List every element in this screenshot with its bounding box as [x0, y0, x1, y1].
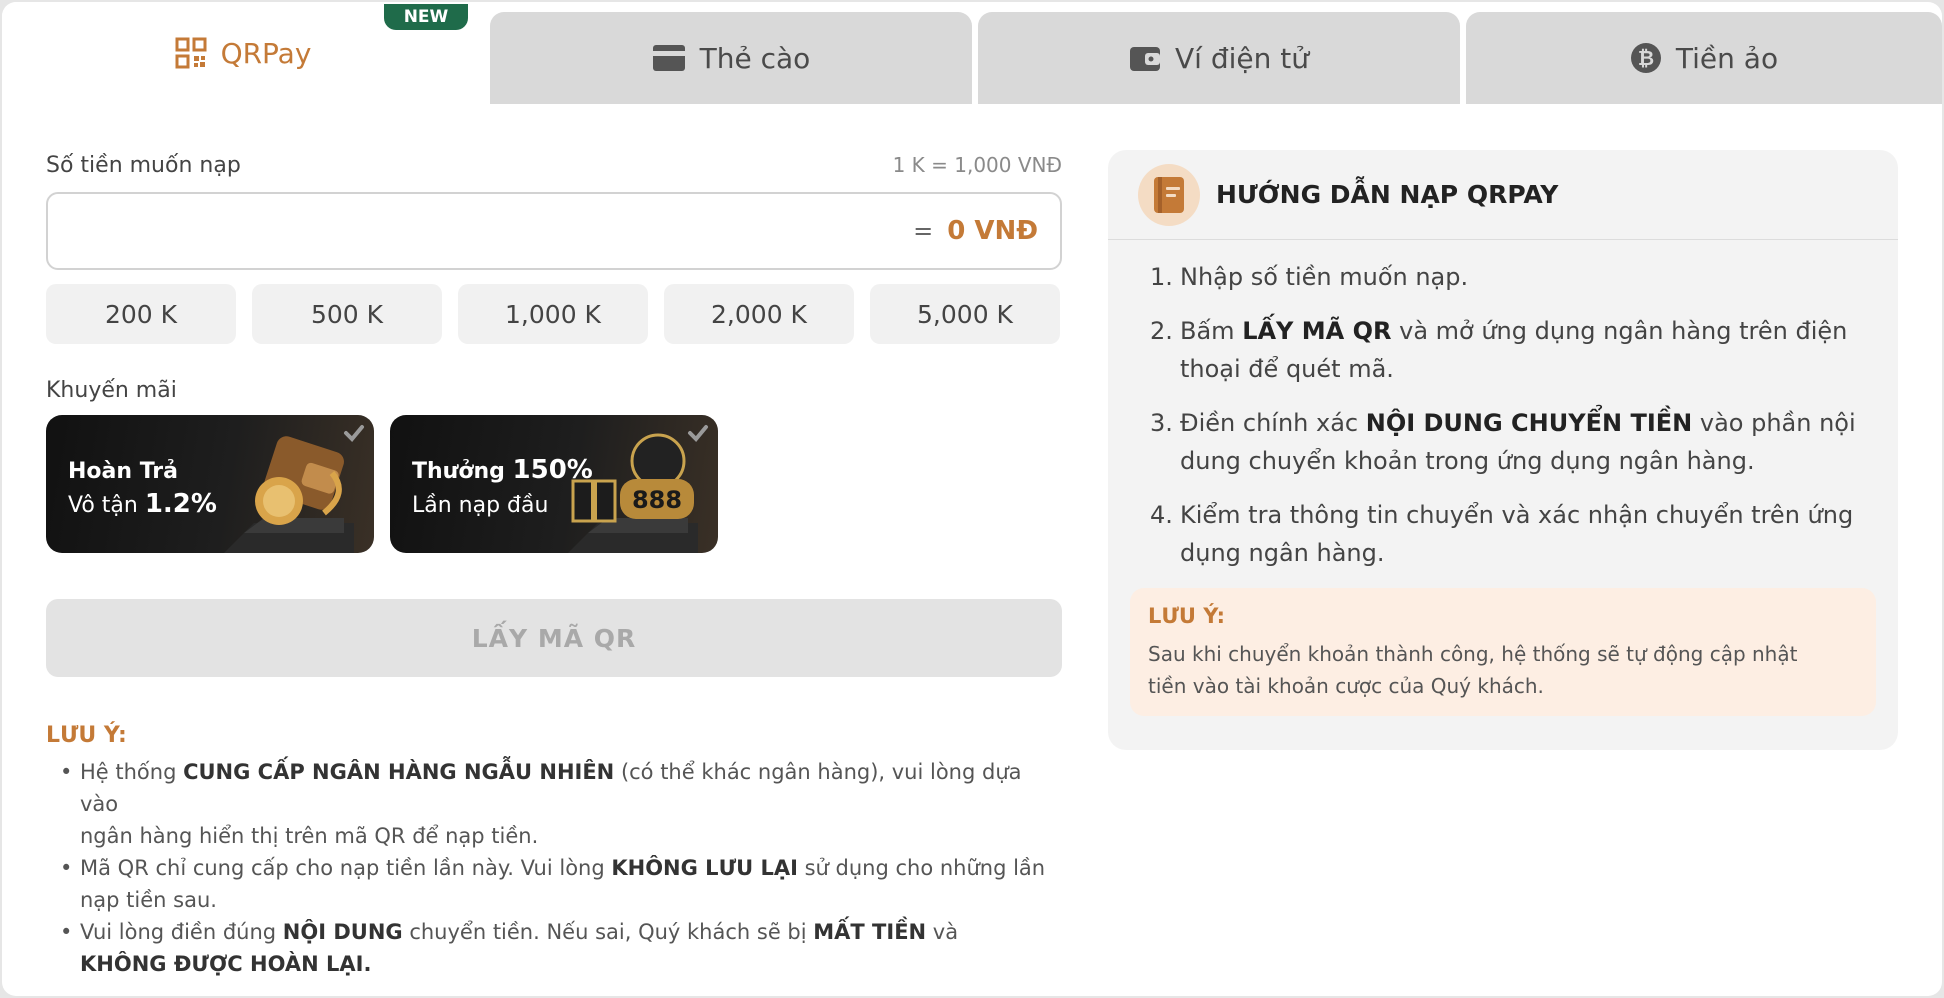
- warning-text: Sau khi chuyển khoản thành công, hệ thốn…: [1148, 642, 1798, 698]
- quick-amount-button[interactable]: 2,000 K: [664, 284, 854, 344]
- note-item: Mã QR chỉ cung cấp cho nạp tiền lần này.…: [46, 852, 1062, 916]
- tab-e-wallet[interactable]: Ví điện tử: [978, 12, 1460, 104]
- promo-card-cashback[interactable]: Hoàn Trả Vô tận 1.2%: [46, 415, 374, 553]
- equals-sign: =: [913, 217, 934, 245]
- tab-label: Thẻ cào: [699, 41, 811, 75]
- qrpay-guide: HƯỚNG DẪN NẠP QRPAY 1. Nhập số tiền muốn…: [1108, 150, 1898, 750]
- quick-amount-button[interactable]: 200 K: [46, 284, 236, 344]
- exchange-rate: 1 K = 1,000 VNĐ: [892, 153, 1062, 177]
- new-badge: NEW: [384, 4, 468, 30]
- guide-step: 1. Nhập số tiền muốn nạp.: [1150, 263, 1469, 291]
- guide-steps: 1. Nhập số tiền muốn nạp. 2. Bấm LẤY MÃ …: [1108, 240, 1898, 572]
- promo-line2: Lần nạp đầu: [412, 493, 549, 518]
- promo-line1: Thưởng 150%: [412, 455, 593, 485]
- qr-code-icon: [175, 37, 207, 69]
- note-list: Hệ thống CUNG CẤP NGÂN HÀNG NGẪU NHIÊN (…: [46, 756, 1062, 980]
- quick-amount-button[interactable]: 5,000 K: [870, 284, 1060, 344]
- book-icon: [1138, 163, 1200, 226]
- get-qr-button[interactable]: LẤY MÃ QR: [46, 599, 1062, 677]
- quick-amount-button[interactable]: 500 K: [252, 284, 442, 344]
- note-item: Vui lòng điền đúng NỘI DUNG chuyển tiền.…: [46, 916, 1062, 980]
- guide-warning: LƯU Ý: Sau khi chuyển khoản thành công, …: [1130, 588, 1876, 716]
- guide-step: 3. Điền chính xác NỘI DUNG CHUYỂN TIỀN v…: [1150, 409, 1856, 475]
- svg-text:₿: ₿: [1638, 46, 1654, 70]
- checkmark-icon: [344, 425, 364, 442]
- payment-tabs: QRPay NEW Thẻ cào Ví điện tử ₿ Tiền ảo: [2, 2, 1942, 104]
- guide-step: 4. Kiểm tra thông tin chuyển và xác nhận…: [1150, 501, 1854, 567]
- tab-label: Ví điện tử: [1175, 41, 1309, 75]
- note-title: LƯU Ý:: [46, 723, 127, 748]
- bitcoin-icon: ₿: [1630, 42, 1662, 74]
- quick-amount-button[interactable]: 1,000 K: [458, 284, 648, 344]
- guide-step: 2. Bấm LẤY MÃ QR và mở ứng dụng ngân hàn…: [1150, 317, 1848, 383]
- converted-amount: 0 VNĐ: [947, 216, 1038, 246]
- svg-text:888: 888: [632, 486, 682, 514]
- amount-label: Số tiền muốn nạp: [46, 152, 241, 178]
- promo-line2: Vô tận 1.2%: [68, 489, 217, 519]
- quick-amounts: 200 K 500 K 1,000 K 2,000 K 5,000 K: [46, 284, 1062, 344]
- checkmark-icon: [688, 425, 708, 442]
- promo-card-first-deposit[interactable]: 888 Thưởng 150% Lần nạp đầu: [390, 415, 718, 553]
- warning-title: LƯU Ý:: [1148, 604, 1226, 628]
- guide-title: HƯỚNG DẪN NẠP QRPAY: [1216, 180, 1559, 209]
- tab-label: Tiền ảo: [1675, 41, 1779, 75]
- amount-input[interactable]: = 0 VNĐ: [46, 192, 1062, 270]
- promotion-label: Khuyến mãi: [46, 378, 177, 403]
- promotion-list: Hoàn Trả Vô tận 1.2% 888 Thưởng 150% Lần…: [46, 415, 1062, 553]
- tab-label: QRPay: [220, 36, 312, 70]
- card-icon: [652, 44, 686, 72]
- deposit-panel: QRPay NEW Thẻ cào Ví điện tử ₿ Tiền ảo S…: [2, 2, 1942, 996]
- tab-scratch-card[interactable]: Thẻ cào: [490, 12, 972, 104]
- deposit-form: Số tiền muốn nạp 1 K = 1,000 VNĐ = 0 VNĐ…: [46, 148, 1062, 980]
- promo-line1: Hoàn Trả: [68, 459, 178, 484]
- note-item: Hệ thống CUNG CẤP NGÂN HÀNG NGẪU NHIÊN (…: [46, 756, 1062, 852]
- wallet-icon: [1129, 43, 1161, 73]
- tab-crypto[interactable]: ₿ Tiền ảo: [1466, 12, 1942, 104]
